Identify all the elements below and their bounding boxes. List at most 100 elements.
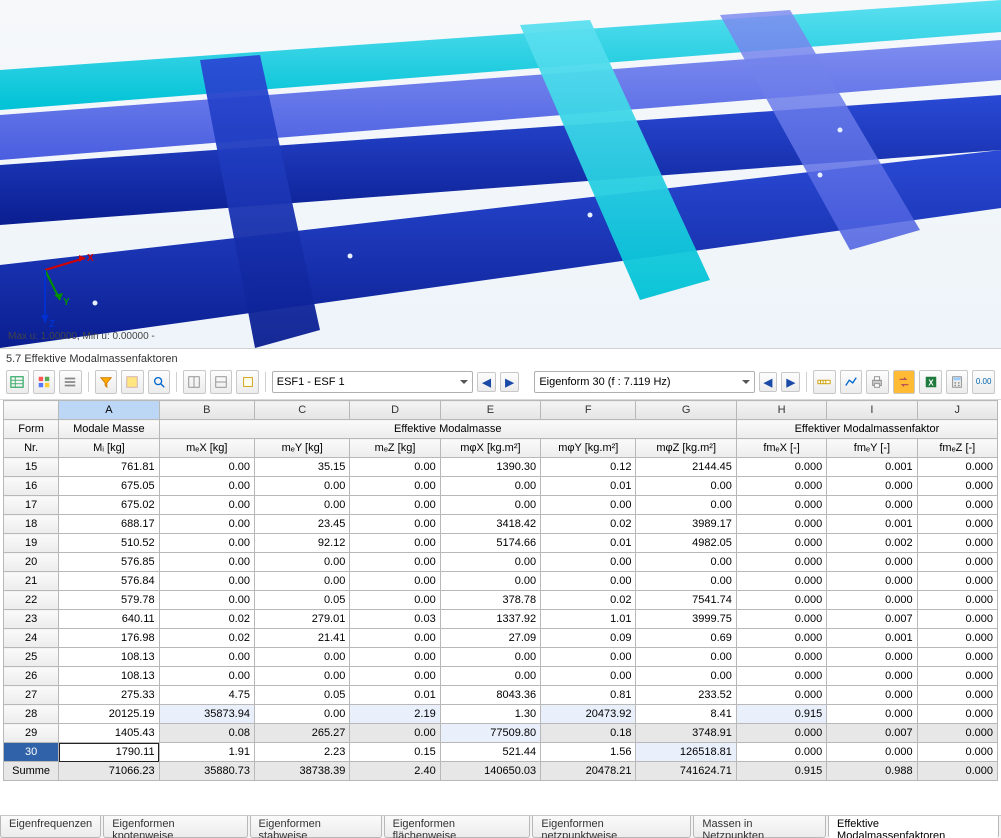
cell-H[interactable]: 0.915: [736, 705, 826, 724]
cell-E[interactable]: 3418.42: [440, 515, 540, 534]
cell-E[interactable]: 1337.92: [440, 610, 540, 629]
cell-I[interactable]: 0.000: [827, 477, 917, 496]
cell-J[interactable]: 0.000: [917, 572, 997, 591]
cell-I[interactable]: 0.000: [827, 705, 917, 724]
cell-E[interactable]: 27.09: [440, 629, 540, 648]
cell-E[interactable]: 8043.36: [440, 686, 540, 705]
cell-C[interactable]: 21.41: [254, 629, 349, 648]
tool-highlight-icon[interactable]: [121, 370, 144, 394]
cell-F[interactable]: 0.00: [541, 667, 636, 686]
cell-F[interactable]: 0.02: [541, 515, 636, 534]
cell-A[interactable]: 675.05: [59, 477, 159, 496]
row-number[interactable]: 22: [4, 591, 59, 610]
cell-A[interactable]: 761.81: [59, 458, 159, 477]
table-row[interactable]: 25108.130.000.000.000.000.000.000.0000.0…: [4, 648, 998, 667]
cell-A[interactable]: 176.98: [59, 629, 159, 648]
cell-G[interactable]: 7541.74: [636, 591, 736, 610]
cell-A[interactable]: 576.85: [59, 553, 159, 572]
cell-C[interactable]: 0.05: [254, 686, 349, 705]
tab-eigenformen-stabweise[interactable]: Eigenformen stabweise: [250, 816, 382, 838]
cell-F[interactable]: 1.56: [541, 743, 636, 762]
table-row[interactable]: 291405.430.08265.270.0077509.800.183748.…: [4, 724, 998, 743]
cell-A[interactable]: 675.02: [59, 496, 159, 515]
cell-C[interactable]: 92.12: [254, 534, 349, 553]
cell-B[interactable]: 0.00: [159, 477, 254, 496]
row-number[interactable]: 15: [4, 458, 59, 477]
table-row[interactable]: 15761.810.0035.150.001390.300.122144.450…: [4, 458, 998, 477]
cell-F[interactable]: 0.18: [541, 724, 636, 743]
cell-I[interactable]: 0.000: [827, 686, 917, 705]
row-number[interactable]: 25: [4, 648, 59, 667]
col-letter-J[interactable]: J: [917, 401, 997, 420]
tab-effektive-modalmassenfaktoren[interactable]: Effektive Modalmassenfaktoren: [828, 816, 999, 838]
cell-D[interactable]: 0.00: [350, 648, 440, 667]
cell-I[interactable]: 0.000: [827, 591, 917, 610]
cell-B[interactable]: 0.00: [159, 515, 254, 534]
cell-G[interactable]: 3999.75: [636, 610, 736, 629]
row-number[interactable]: 16: [4, 477, 59, 496]
cell-A[interactable]: 20125.19: [59, 705, 159, 724]
cell-H[interactable]: 0.000: [736, 610, 826, 629]
cell-D[interactable]: 0.03: [350, 610, 440, 629]
tool-settings-icon[interactable]: [59, 370, 82, 394]
tool-ruler-icon[interactable]: [813, 370, 836, 394]
cell-F[interactable]: 0.00: [541, 553, 636, 572]
cell-E[interactable]: 0.00: [440, 667, 540, 686]
next-case-button[interactable]: ▶: [500, 372, 519, 392]
cell-D[interactable]: 0.01: [350, 686, 440, 705]
cell-C[interactable]: 0.05: [254, 591, 349, 610]
cell-H[interactable]: 0.000: [736, 724, 826, 743]
cell-J[interactable]: 0.000: [917, 610, 997, 629]
cell-D[interactable]: 0.00: [350, 515, 440, 534]
cell-H[interactable]: 0.000: [736, 629, 826, 648]
cell-H[interactable]: 0.000: [736, 515, 826, 534]
load-case-combo[interactable]: ESF1 - ESF 1: [272, 371, 474, 393]
tool-decimals-icon[interactable]: 0.00: [972, 370, 995, 394]
cell-G[interactable]: 0.00: [636, 553, 736, 572]
col-letter-D[interactable]: D: [350, 401, 440, 420]
cell-D[interactable]: 0.00: [350, 591, 440, 610]
cell-J[interactable]: 0.000: [917, 458, 997, 477]
cell-G[interactable]: 0.00: [636, 648, 736, 667]
cell-G[interactable]: 8.41: [636, 705, 736, 724]
cell-F[interactable]: 0.09: [541, 629, 636, 648]
cell-F[interactable]: 20473.92: [541, 705, 636, 724]
cell-B[interactable]: 0.00: [159, 553, 254, 572]
cell-G[interactable]: 4982.05: [636, 534, 736, 553]
cell-E[interactable]: 0.00: [440, 553, 540, 572]
cell-H[interactable]: 0.000: [736, 591, 826, 610]
column-letters-row[interactable]: A B C D E F G H I J: [4, 401, 998, 420]
tool-print-icon[interactable]: [866, 370, 889, 394]
row-number[interactable]: 18: [4, 515, 59, 534]
cell-I[interactable]: 0.000: [827, 572, 917, 591]
cell-B[interactable]: 0.00: [159, 572, 254, 591]
cell-C[interactable]: 0.00: [254, 648, 349, 667]
tool-grid1-icon[interactable]: [183, 370, 206, 394]
cell-D[interactable]: 0.00: [350, 667, 440, 686]
prev-case-button[interactable]: ◀: [477, 372, 496, 392]
cell-H[interactable]: 0.000: [736, 648, 826, 667]
cell-E[interactable]: 1390.30: [440, 458, 540, 477]
cell-B[interactable]: 0.00: [159, 458, 254, 477]
cell-A[interactable]: 576.84: [59, 572, 159, 591]
table-row[interactable]: 20576.850.000.000.000.000.000.000.0000.0…: [4, 553, 998, 572]
cell-I[interactable]: 0.002: [827, 534, 917, 553]
cell-E[interactable]: 0.00: [440, 648, 540, 667]
tab-massen-in-netzpunkten[interactable]: Massen in Netzpunkten: [693, 816, 826, 838]
table-row[interactable]: 17675.020.000.000.000.000.000.000.0000.0…: [4, 496, 998, 515]
cell-F[interactable]: 0.01: [541, 477, 636, 496]
cell-H[interactable]: 0.000: [736, 477, 826, 496]
cell-I[interactable]: 0.007: [827, 610, 917, 629]
cell-A[interactable]: 579.78: [59, 591, 159, 610]
tool-excel-icon[interactable]: X: [919, 370, 942, 394]
cell-B[interactable]: 0.00: [159, 534, 254, 553]
cell-C[interactable]: 0.00: [254, 496, 349, 515]
cell-J[interactable]: 0.000: [917, 724, 997, 743]
cell-C[interactable]: 279.01: [254, 610, 349, 629]
cell-I[interactable]: 0.001: [827, 515, 917, 534]
table-row[interactable]: 23640.110.02279.010.031337.921.013999.75…: [4, 610, 998, 629]
cell-I[interactable]: 0.000: [827, 496, 917, 515]
table-row[interactable]: 24176.980.0221.410.0027.090.090.690.0000…: [4, 629, 998, 648]
cell-F[interactable]: 0.00: [541, 572, 636, 591]
col-letter-E[interactable]: E: [440, 401, 540, 420]
